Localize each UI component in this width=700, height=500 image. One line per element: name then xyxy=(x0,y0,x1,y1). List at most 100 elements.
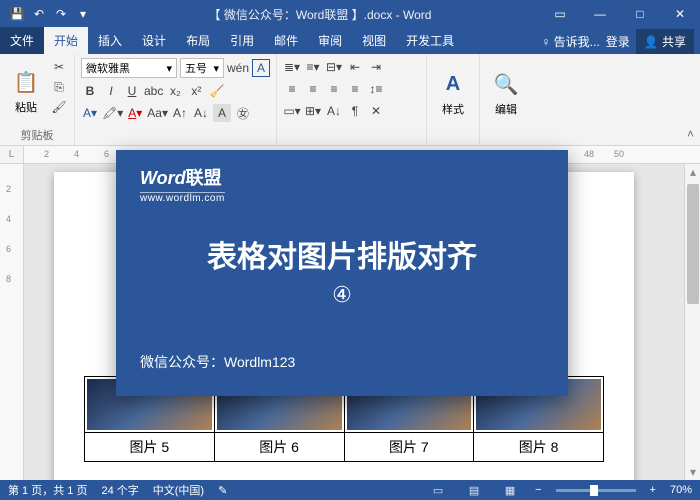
close-icon[interactable]: ✕ xyxy=(660,0,700,28)
format-painter-icon[interactable]: 🖌 xyxy=(50,98,68,116)
sort-icon[interactable]: A↓ xyxy=(325,102,343,120)
share-button[interactable]: 👤 共享 xyxy=(636,29,694,54)
underline-button[interactable]: U xyxy=(123,82,141,100)
italic-button[interactable]: I xyxy=(102,82,120,100)
font-name-select[interactable]: 微软雅黑▾ xyxy=(81,58,177,78)
ribbon-tabs: 文件 开始 插入 设计 布局 引用 邮件 审阅 视图 开发工具 ♀ 告诉我...… xyxy=(0,28,700,54)
increase-indent-icon[interactable]: ⇥ xyxy=(367,58,385,76)
copy-icon[interactable]: ⎘ xyxy=(50,78,68,96)
redo-icon[interactable]: ↷ xyxy=(52,5,70,23)
tab-references[interactable]: 引用 xyxy=(220,27,264,54)
ruler-corner: L xyxy=(0,146,24,163)
caption-cell[interactable]: 图片 6 xyxy=(214,433,344,462)
ruler-vertical[interactable]: 2 4 6 8 xyxy=(0,164,24,480)
ruler-tick: 2 xyxy=(44,149,49,159)
status-page[interactable]: 第 1 页，共 1 页 xyxy=(8,482,87,498)
char-shading-icon[interactable]: A xyxy=(213,104,231,122)
tab-design[interactable]: 设计 xyxy=(132,27,176,54)
caption-cell[interactable]: 图片 8 xyxy=(474,433,604,462)
group-editing: 🔍 编辑 xyxy=(480,54,532,145)
styles-icon: A xyxy=(439,71,467,99)
font-color-icon[interactable]: A▾ xyxy=(126,104,144,122)
tab-home[interactable]: 开始 xyxy=(44,27,88,54)
scroll-down-icon[interactable]: ▾ xyxy=(685,464,700,480)
zoom-out-icon[interactable]: − xyxy=(535,484,541,496)
tab-layout[interactable]: 布局 xyxy=(176,27,220,54)
undo-icon[interactable]: ↶ xyxy=(30,5,48,23)
enclose-char-icon[interactable]: ㊛ xyxy=(234,104,252,122)
tab-file[interactable]: 文件 xyxy=(0,27,44,54)
group-paragraph: ≣▾ ≡▾ ⊟▾ ⇤ ⇥ ≡ ≡ ≡ ≡ ↕≡ ▭▾ ⊞▾ A↓ ¶ ✕ xyxy=(277,54,427,145)
numbering-icon[interactable]: ≡▾ xyxy=(304,58,322,76)
qat-customize-icon[interactable]: ▾ xyxy=(74,5,92,23)
cut-icon[interactable]: ✂ xyxy=(50,58,68,76)
character-border-icon[interactable]: A xyxy=(252,59,270,77)
tab-mailings[interactable]: 邮件 xyxy=(264,27,308,54)
save-icon[interactable]: 💾 xyxy=(8,5,26,23)
view-web-icon[interactable]: ▦ xyxy=(499,482,521,498)
caption-cell[interactable]: 图片 5 xyxy=(85,433,215,462)
align-right-icon[interactable]: ≡ xyxy=(325,80,343,98)
zoom-knob[interactable] xyxy=(590,485,598,496)
group-styles: A 样式 xyxy=(427,54,480,145)
styles-button[interactable]: A 样式 xyxy=(433,58,473,129)
phonetic-guide-icon[interactable]: wén xyxy=(227,59,249,77)
maximize-icon[interactable]: □ xyxy=(620,0,660,28)
view-read-icon[interactable]: ▭ xyxy=(427,482,449,498)
zoom-slider[interactable] xyxy=(556,489,636,492)
view-print-icon[interactable]: ▤ xyxy=(463,482,485,498)
caption-cell[interactable]: 图片 7 xyxy=(344,433,474,462)
shading-icon[interactable]: ▭▾ xyxy=(283,102,301,120)
tab-insert[interactable]: 插入 xyxy=(88,27,132,54)
bold-button[interactable]: B xyxy=(81,82,99,100)
strikethrough-button[interactable]: abc xyxy=(144,82,163,100)
scroll-up-icon[interactable]: ▴ xyxy=(685,164,700,180)
title-bar: 💾 ↶ ↷ ▾ 【 微信公众号：Word联盟 】.docx - Word ▭ —… xyxy=(0,0,700,28)
status-words[interactable]: 24 个字 xyxy=(101,482,138,498)
subscript-button[interactable]: x₂ xyxy=(166,82,184,100)
tab-review[interactable]: 审阅 xyxy=(308,27,352,54)
paste-button[interactable]: 📋 粘贴 xyxy=(6,58,46,125)
status-language[interactable]: 中文(中国) xyxy=(153,482,204,498)
grow-font-icon[interactable]: A↑ xyxy=(171,104,189,122)
align-left-icon[interactable]: ≡ xyxy=(283,80,301,98)
align-center-icon[interactable]: ≡ xyxy=(304,80,322,98)
overlay-number: ④ xyxy=(140,282,544,308)
minimize-icon[interactable]: — xyxy=(580,0,620,28)
scroll-thumb[interactable] xyxy=(687,184,699,304)
font-size-select[interactable]: 五号▾ xyxy=(180,58,224,78)
asian-layout-icon[interactable]: ✕ xyxy=(367,102,385,120)
sign-in[interactable]: 登录 xyxy=(606,33,630,50)
bullets-icon[interactable]: ≣▾ xyxy=(283,58,301,76)
find-icon: 🔍 xyxy=(492,71,520,99)
tab-view[interactable]: 视图 xyxy=(352,27,396,54)
decrease-indent-icon[interactable]: ⇤ xyxy=(346,58,364,76)
line-spacing-icon[interactable]: ↕≡ xyxy=(367,80,385,98)
change-case-icon[interactable]: Aa▾ xyxy=(147,104,168,122)
zoom-in-icon[interactable]: + xyxy=(650,484,656,496)
justify-icon[interactable]: ≡ xyxy=(346,80,364,98)
multilevel-icon[interactable]: ⊟▾ xyxy=(325,58,343,76)
ruler-tick: 6 xyxy=(104,149,109,159)
borders-icon[interactable]: ⊞▾ xyxy=(304,102,322,120)
show-marks-icon[interactable]: ¶ xyxy=(346,102,364,120)
ribbon-options-icon[interactable]: ▭ xyxy=(540,0,580,28)
window-title: 【 微信公众号：Word联盟 】.docx - Word xyxy=(100,6,540,23)
editing-button[interactable]: 🔍 编辑 xyxy=(486,58,526,129)
clear-format-icon[interactable]: 🧹 xyxy=(208,82,226,100)
tell-me[interactable]: ♀ 告诉我... xyxy=(541,33,599,50)
chevron-down-icon: ▾ xyxy=(213,62,219,75)
collapse-ribbon-icon[interactable]: ˄ xyxy=(687,127,694,141)
shrink-font-icon[interactable]: A↓ xyxy=(192,104,210,122)
track-changes-icon[interactable]: ✎ xyxy=(218,484,227,497)
zoom-level[interactable]: 70% xyxy=(670,484,692,496)
highlight-icon[interactable]: 🖍▾ xyxy=(102,104,123,122)
logo: Word联盟 xyxy=(140,164,544,190)
text-effects-icon[interactable]: A▾ xyxy=(81,104,99,122)
superscript-button[interactable]: x² xyxy=(187,82,205,100)
scrollbar-vertical[interactable]: ▴ ▾ xyxy=(684,164,700,480)
overlay-title: 表格对图片排版对齐 xyxy=(140,232,544,276)
tab-developer[interactable]: 开发工具 xyxy=(396,27,464,54)
ruler-tick: 4 xyxy=(6,214,11,224)
ruler-tick: 50 xyxy=(614,149,624,159)
